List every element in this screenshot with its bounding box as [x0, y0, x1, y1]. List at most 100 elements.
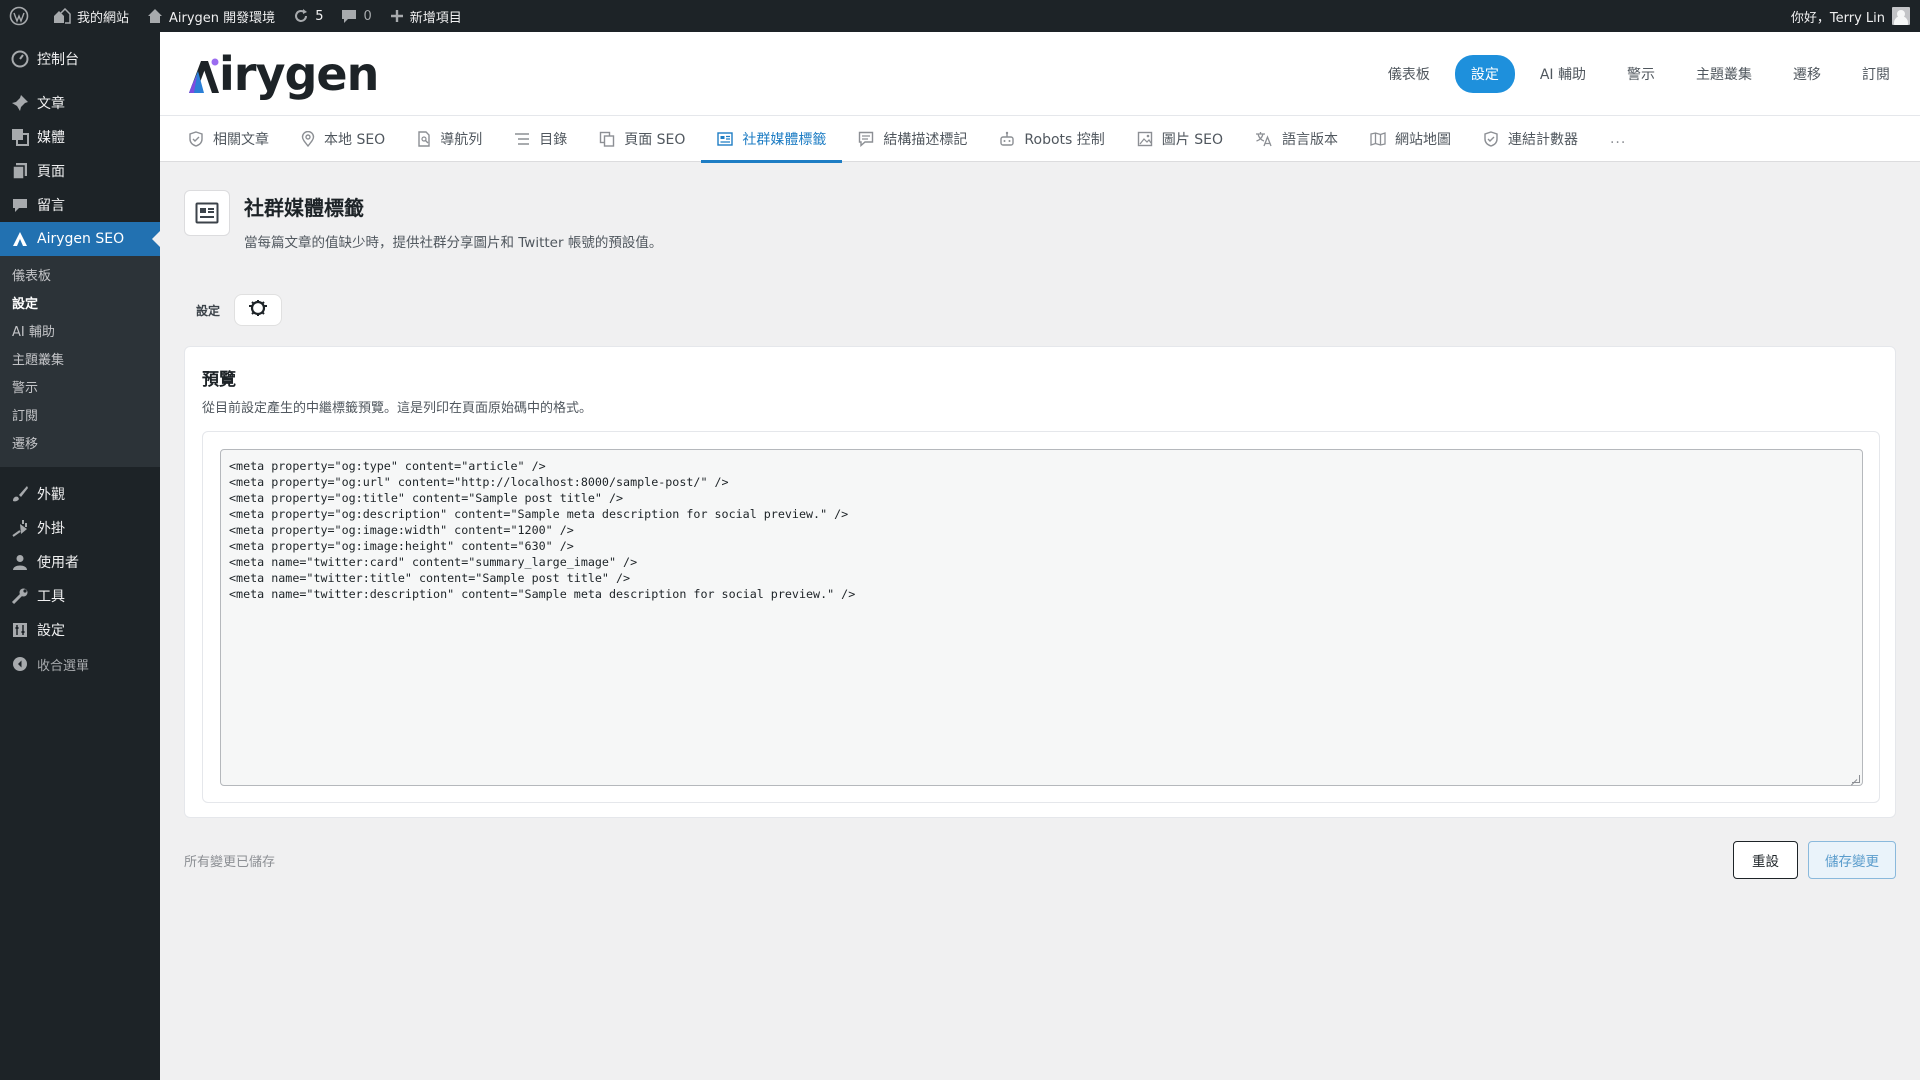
tab-toc[interactable]: 目錄: [498, 116, 583, 162]
updates-link[interactable]: 5: [284, 0, 332, 32]
sidebar-item-tools[interactable]: 工具: [0, 579, 160, 613]
comments-count: 0: [363, 8, 372, 24]
wordpress-logo-button[interactable]: [0, 0, 44, 32]
document-icon: [417, 130, 431, 147]
nav-settings[interactable]: 設定: [1454, 54, 1515, 93]
submenu-item-subscription[interactable]: 訂閱: [0, 403, 160, 431]
save-button[interactable]: 儲存變更: [1808, 841, 1896, 879]
tab-social-tags[interactable]: 社群媒體標籤: [701, 116, 843, 163]
tab-more[interactable]: ...: [1594, 116, 1642, 162]
tab-related-posts[interactable]: 相關文章: [172, 116, 285, 162]
greeting[interactable]: 你好，Terry Lin: [1791, 7, 1885, 26]
page-title: 社群媒體標籤: [244, 196, 364, 220]
plugin-header: irygen 儀表板 設定 AI 輔助 警示 主題叢集 遷移 訂閱: [160, 32, 1920, 116]
sidebar-item-airygen-seo[interactable]: Airygen SEO: [0, 222, 160, 256]
footer-actions: 所有變更已儲存 重設 儲存變更: [184, 840, 1896, 880]
plus-icon: [390, 9, 404, 23]
tab-schema[interactable]: 結構描述標記: [842, 116, 983, 162]
sidebar-label: Airygen SEO: [37, 231, 125, 247]
sidebar-item-media[interactable]: 媒體: [0, 120, 160, 154]
nav-dashboard[interactable]: 儀表板: [1372, 55, 1446, 93]
brush-icon: [10, 485, 30, 503]
tab-sitemap[interactable]: 網站地圖: [1354, 116, 1467, 162]
airygen-logo[interactable]: irygen: [188, 46, 379, 101]
tab-label: 社群媒體標籤: [742, 131, 827, 148]
tab-label: 連結計數器: [1507, 131, 1578, 148]
tab-page-seo[interactable]: 頁面 SEO: [583, 116, 701, 162]
sidebar-item-users[interactable]: 使用者: [0, 545, 160, 579]
refresh-icon: [293, 8, 309, 24]
top-nav: 儀表板 設定 AI 輔助 警示 主題叢集 遷移 訂閱: [1363, 54, 1920, 93]
tab-image-seo[interactable]: 圖片 SEO: [1121, 116, 1239, 162]
tab-label: 語言版本: [1281, 131, 1338, 148]
airygen-logo-icon: [10, 231, 30, 247]
site-name-link[interactable]: 我的網站: [44, 0, 138, 32]
env-link[interactable]: Airygen 開發環境: [138, 0, 284, 32]
settings-gear-button[interactable]: [234, 294, 283, 326]
sidebar-item-comments[interactable]: 留言: [0, 188, 160, 222]
submenu-item-alerts[interactable]: 警示: [0, 375, 160, 403]
sidebar-item-dashboard[interactable]: 控制台: [0, 42, 160, 76]
site-name: 我的網站: [77, 10, 130, 26]
preview-description: 從目前設定產生的中繼標籤預覽。這是列印在頁面原始碼中的格式。: [202, 401, 593, 416]
tab-local-seo[interactable]: 本地 SEO: [285, 116, 401, 162]
admin-sidebar: 控制台 文章 媒體 頁面 留言 Airygen SEO 儀表板 設定 AI 輔助…: [0, 32, 160, 1080]
gear-icon: [246, 298, 270, 322]
sidebar-item-plugins[interactable]: 外掛: [0, 511, 160, 545]
tab-robots[interactable]: Robots 控制: [983, 116, 1120, 162]
meta-tags-preview-textarea[interactable]: <meta property="og:type" content="articl…: [220, 449, 1863, 786]
submenu-item-topic-clusters[interactable]: 主題叢集: [0, 347, 160, 375]
collapse-icon: [10, 656, 30, 672]
preview-card: 預覽 從目前設定產生的中繼標籤預覽。這是列印在頁面原始碼中的格式。 <meta …: [184, 346, 1896, 818]
sidebar-label: 收合選單: [37, 658, 90, 674]
tab-label: Robots 控制: [1024, 131, 1105, 148]
logo-text: irygen: [219, 46, 379, 101]
list-icon: [514, 132, 530, 146]
new-item-link[interactable]: 新增項目: [381, 0, 471, 32]
settings-label: 設定: [196, 303, 221, 318]
submenu-item-migration[interactable]: 遷移: [0, 431, 160, 459]
admin-bar: 我的網站 Airygen 開發環境 5 0 新增項目 你好，Terry Lin: [0, 0, 1920, 32]
nav-migration[interactable]: 遷移: [1777, 55, 1837, 93]
sidebar-item-posts[interactable]: 文章: [0, 86, 160, 120]
sidebar-item-settings[interactable]: 設定: [0, 613, 160, 647]
page-description: 當每篇文章的值缺少時，提供社群分享圖片和 Twitter 帳號的預設值。: [244, 235, 663, 251]
submenu-item-dashboard[interactable]: 儀表板: [0, 263, 160, 291]
sidebar-label: 控制台: [37, 52, 79, 68]
tab-label: 本地 SEO: [324, 131, 386, 148]
tab-label: 頁面 SEO: [624, 131, 686, 148]
submenu-item-settings[interactable]: 設定: [0, 291, 160, 319]
news-icon: [184, 190, 230, 236]
nav-topic-clusters[interactable]: 主題叢集: [1680, 55, 1768, 93]
user-icon: [10, 554, 30, 570]
nav-alerts[interactable]: 警示: [1611, 55, 1671, 93]
home-icon: [147, 8, 163, 24]
settings-grid-icon: [10, 622, 30, 638]
sidebar-label: 留言: [37, 198, 65, 214]
avatar[interactable]: [1892, 7, 1910, 25]
home-multi-icon: [53, 8, 71, 24]
map-icon: [1370, 131, 1386, 146]
tab-languages[interactable]: 語言版本: [1239, 116, 1354, 162]
airygen-submenu: 儀表板 設定 AI 輔助 主題叢集 警示 訂閱 遷移: [0, 256, 160, 467]
collapse-menu-button[interactable]: 收合選單: [0, 647, 160, 681]
sidebar-item-pages[interactable]: 頁面: [0, 154, 160, 188]
tab-label: 結構描述標記: [883, 131, 968, 148]
tab-link-counter[interactable]: 連結計數器: [1467, 116, 1594, 162]
shield-check-icon: [1483, 130, 1499, 147]
shield-check-icon: [188, 130, 204, 147]
comments-link[interactable]: 0: [332, 0, 380, 32]
tab-breadcrumbs[interactable]: 導航列: [401, 116, 498, 162]
wordpress-icon: [9, 6, 29, 26]
plugin-icon: [10, 519, 30, 537]
sidebar-label: 文章: [37, 96, 65, 112]
submenu-item-ai[interactable]: AI 輔助: [0, 319, 160, 347]
nav-ai[interactable]: AI 輔助: [1524, 55, 1602, 93]
sidebar-label: 設定: [37, 623, 65, 639]
preview-code-container: <meta property="og:type" content="articl…: [202, 431, 1880, 803]
nav-subscription[interactable]: 訂閱: [1846, 55, 1906, 93]
sidebar-item-appearance[interactable]: 外觀: [0, 477, 160, 511]
resize-handle-icon[interactable]: [1852, 775, 1860, 783]
airygen-a-mark-icon: [188, 54, 219, 94]
reset-button[interactable]: 重設: [1733, 841, 1798, 879]
